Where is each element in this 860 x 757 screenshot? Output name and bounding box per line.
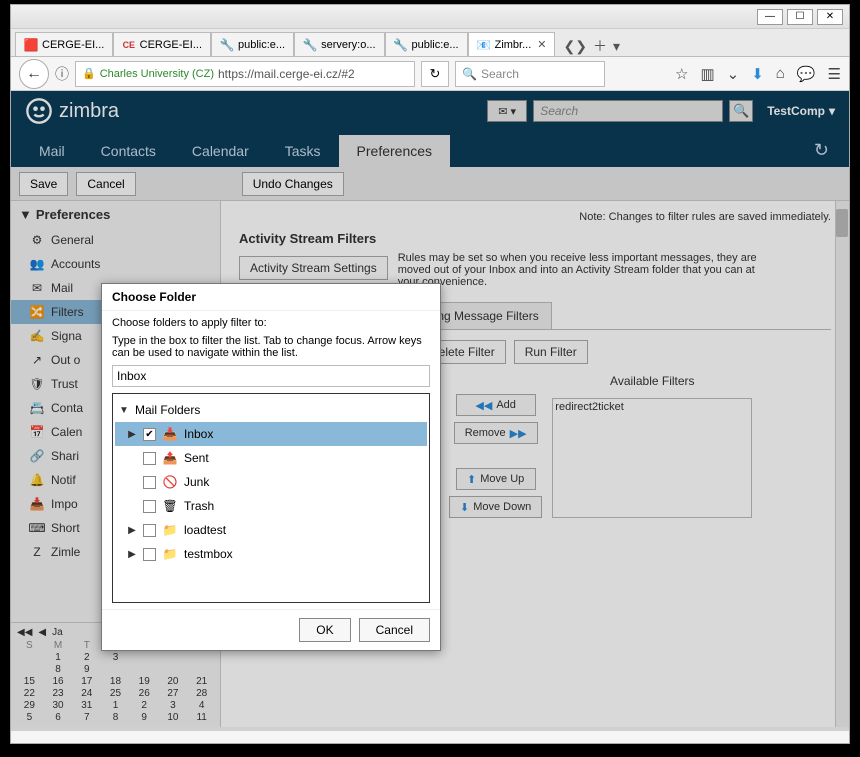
tab-overflow-button[interactable]: ▾ [613, 38, 620, 55]
favicon: 🔧 [394, 38, 408, 52]
back-button[interactable]: ← [19, 59, 49, 89]
checkbox[interactable]: ✔ [143, 428, 156, 441]
favicon: CE [122, 38, 136, 52]
folder-icon: 📁 [162, 546, 178, 562]
expand-icon[interactable]: ▶ [127, 549, 137, 560]
dialog-body: Choose folders to apply filter to: Type … [102, 311, 440, 609]
library-icon[interactable]: ▥ [700, 65, 714, 83]
dialog-footer: OK Cancel [102, 609, 440, 650]
tree-row[interactable]: 🚫 Junk [115, 470, 427, 494]
favicon: 🟥 [24, 38, 38, 52]
browser-tab[interactable]: 🔧 servery:o... [294, 32, 384, 56]
pocket-icon[interactable]: ⌄ [727, 65, 740, 83]
folder-label: loadtest [184, 523, 226, 537]
maximize-button[interactable]: ☐ [787, 9, 813, 25]
folder-icon: 🗑 [162, 498, 178, 514]
collapse-icon[interactable]: ▼ [119, 405, 129, 416]
favicon: 🔧 [303, 38, 317, 52]
folder-icon: 📥 [162, 426, 178, 442]
tree-row[interactable]: ▶ 📁 loadtest [115, 518, 427, 542]
dialog-instruction-2: Type in the box to filter the list. Tab … [112, 335, 430, 359]
tree-row[interactable]: 🗑 Trash [115, 494, 427, 518]
choose-folder-dialog: Choose Folder Choose folders to apply fi… [101, 283, 441, 651]
tree-row[interactable]: ▶ ✔ 📥 Inbox [115, 422, 427, 446]
home-icon[interactable]: ⌂ [776, 65, 785, 82]
tree-row[interactable]: ▶ 📁 testmbox [115, 542, 427, 566]
browser-search-field[interactable]: 🔍 Search [455, 61, 605, 87]
info-icon[interactable]: ⓘ [55, 64, 69, 84]
folder-label: Trash [184, 499, 214, 513]
tab-label: CERGE-EI... [140, 39, 202, 51]
expand-icon[interactable]: ▶ [127, 429, 137, 440]
menu-icon[interactable]: ☰ [828, 65, 841, 83]
folder-icon: 📁 [162, 522, 178, 538]
reload-button[interactable]: ↻ [421, 61, 449, 87]
folder-label: testmbox [184, 547, 233, 561]
tab-label: public:e... [412, 39, 459, 51]
folder-label: Inbox [184, 427, 213, 441]
toolbar-icons: ☆ ▥ ⌄ ⬇ ⌂ 💬 ☰ [675, 65, 841, 83]
lock-icon: 🔒 [82, 67, 96, 80]
checkbox[interactable] [143, 476, 156, 489]
tree-row[interactable]: 📤 Sent [115, 446, 427, 470]
checkbox[interactable] [143, 500, 156, 513]
tab-label: CERGE-EI... [42, 39, 104, 51]
folder-tree[interactable]: ▼ Mail Folders ▶ ✔ 📥 Inbox 📤 Sent 🚫 Junk 🗑 Trash ▶… [112, 393, 430, 603]
tab-strip-end: ❮❯ ＋ ▾ [555, 36, 628, 56]
folder-icon: 📤 [162, 450, 178, 466]
search-icon: 🔍 [462, 67, 477, 81]
download-icon[interactable]: ⬇ [751, 65, 764, 83]
folder-label: Junk [184, 475, 209, 489]
tab-close-icon[interactable]: ✕ [537, 38, 546, 51]
browser-tab[interactable]: 🔧 public:e... [385, 32, 468, 56]
ok-button[interactable]: OK [299, 618, 350, 642]
minimize-button[interactable]: ― [757, 9, 783, 25]
root-label: Mail Folders [135, 403, 200, 417]
browser-tab-active[interactable]: 📧 Zimbr... ✕ [468, 32, 556, 56]
url-rest: https://mail.cerge-ei.cz/#2 [218, 67, 355, 81]
expand-icon[interactable]: ▶ [127, 525, 137, 536]
new-tab-button[interactable]: ＋ [593, 36, 607, 56]
checkbox[interactable] [143, 548, 156, 561]
chat-icon[interactable]: 💬 [797, 65, 816, 83]
dialog-cancel-button[interactable]: Cancel [359, 618, 430, 642]
favicon: 🔧 [220, 38, 234, 52]
tree-root[interactable]: ▼ Mail Folders [115, 398, 427, 422]
dialog-instruction-1: Choose folders to apply filter to: [112, 317, 430, 329]
favicon: 📧 [477, 38, 491, 52]
checkbox[interactable] [143, 524, 156, 537]
url-field[interactable]: 🔒 Charles University (CZ) https://mail.c… [75, 61, 415, 87]
checkbox[interactable] [143, 452, 156, 465]
browser-tab-strip: 🟥CERGE-EI... CECERGE-EI... 🔧public:e... … [11, 29, 849, 57]
address-bar: ← ⓘ 🔒 Charles University (CZ) https://ma… [11, 57, 849, 91]
folder-label: Sent [184, 451, 209, 465]
folder-icon: 🚫 [162, 474, 178, 490]
os-titlebar: ― ☐ ✕ [11, 5, 849, 29]
nav-caret-icon[interactable]: ❮❯ [563, 38, 586, 55]
tab-label: servery:o... [321, 39, 375, 51]
folder-filter-input[interactable] [112, 365, 430, 387]
certificate-name: Charles University (CZ) [100, 68, 214, 80]
bookmark-star-icon[interactable]: ☆ [675, 65, 688, 83]
search-placeholder: Search [481, 67, 519, 81]
close-window-button[interactable]: ✕ [817, 9, 843, 25]
browser-tab[interactable]: 🟥 CERGE-EI... [15, 32, 113, 56]
browser-window: ― ☐ ✕ 🟥 CERGE-EI... CE CERGE-EI... 🔧 public… [10, 4, 850, 744]
tab-label: public:e... [238, 39, 285, 51]
tab-label: Zimbr... [495, 39, 532, 51]
browser-tab[interactable]: CE CERGE-EI... [113, 32, 211, 56]
dialog-title: Choose Folder [102, 284, 440, 311]
browser-tab[interactable]: 🔧 public:e... [211, 32, 294, 56]
